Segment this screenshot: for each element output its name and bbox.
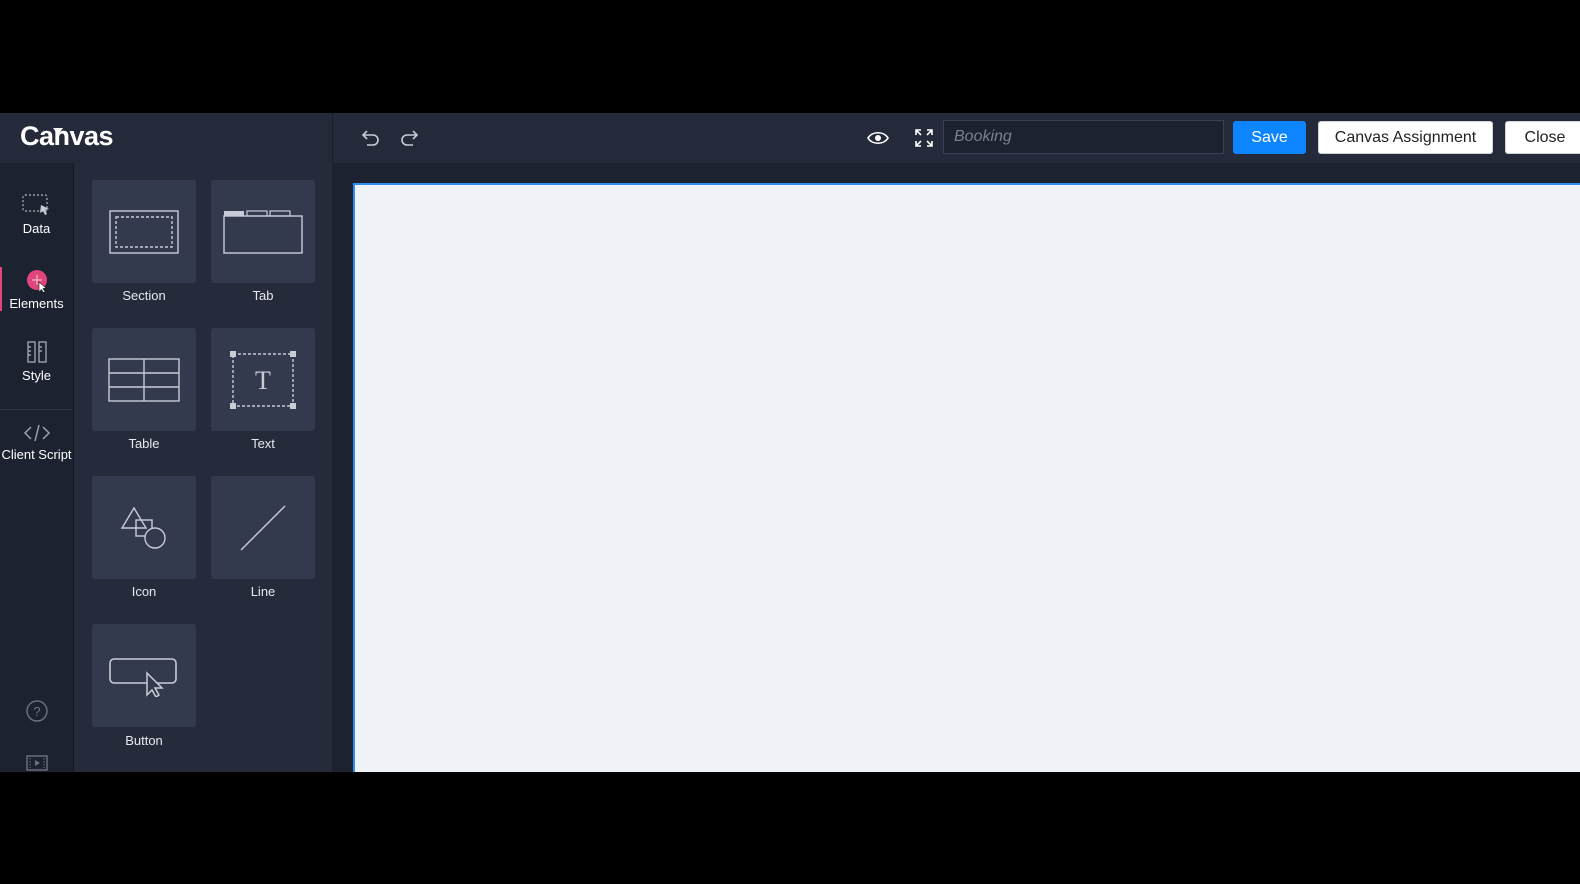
element-label-button: Button: [125, 733, 163, 748]
help-icon: ?: [25, 699, 49, 723]
line-icon: [239, 504, 287, 552]
eye-icon[interactable]: [866, 126, 890, 150]
button-icon: [109, 655, 179, 697]
element-label-tab: Tab: [252, 288, 274, 303]
nav-label-data: Data: [22, 221, 51, 236]
svg-text:?: ?: [33, 704, 40, 719]
code-icon: [23, 423, 51, 443]
svg-text:T: T: [255, 366, 271, 395]
brand-logo-mark: [53, 128, 63, 135]
undo-icon[interactable]: [358, 126, 382, 150]
nav-item-elements[interactable]: Elements: [0, 268, 73, 311]
element-tile-text[interactable]: T: [211, 328, 315, 431]
nav-divider: [0, 409, 73, 410]
element-tile-table[interactable]: [92, 328, 196, 431]
nav-label-style: Style: [22, 368, 51, 383]
left-nav: Data Elements Style Client Script ?: [0, 163, 74, 772]
elements-panel: Section Tab Table T Text Icon Line Butto…: [74, 163, 332, 772]
canvas-name-input[interactable]: [943, 120, 1224, 154]
nav-item-style[interactable]: Style: [0, 340, 73, 383]
text-icon: T: [230, 350, 296, 409]
top-toolbar: Canvas Save Canvas Assignment Close: [0, 113, 1580, 163]
element-label-text: Text: [251, 436, 275, 451]
style-icon: [25, 340, 49, 364]
element-tile-icon[interactable]: [92, 476, 196, 579]
video-icon: [25, 754, 49, 772]
nav-label-client-script: Client Script: [1, 447, 72, 462]
canvas-workspace: [333, 163, 1580, 772]
element-tile-tab[interactable]: [211, 180, 315, 283]
redo-icon[interactable]: [398, 126, 422, 150]
element-tile-section[interactable]: [92, 180, 196, 283]
element-label-section: Section: [122, 288, 166, 303]
data-icon: [21, 193, 53, 217]
element-label-table: Table: [128, 436, 160, 451]
element-tile-line[interactable]: [211, 476, 315, 579]
canvas-editor-app: Canvas Save Canvas Assignment Close Data: [0, 113, 1580, 772]
toolbar-divider: [332, 113, 333, 163]
canvas-assignment-button[interactable]: Canvas Assignment: [1318, 121, 1493, 154]
nav-item-data[interactable]: Data: [0, 193, 73, 236]
nav-label-elements: Elements: [9, 296, 64, 311]
element-tile-button[interactable]: [92, 624, 196, 727]
section-icon: [109, 209, 179, 254]
tab-icon: [223, 209, 303, 254]
element-label-icon: Icon: [131, 584, 157, 599]
save-button[interactable]: Save: [1233, 121, 1306, 154]
plus-circle-icon: [24, 268, 50, 292]
shapes-icon: [120, 506, 168, 550]
table-icon: [108, 357, 180, 402]
brand-logo: Canvas: [20, 121, 114, 151]
element-label-line: Line: [250, 584, 276, 599]
design-canvas[interactable]: [353, 183, 1580, 772]
nav-item-client-script[interactable]: Client Script: [0, 423, 73, 462]
close-button[interactable]: Close: [1505, 121, 1580, 154]
video-button[interactable]: [0, 754, 73, 772]
expand-icon[interactable]: [912, 126, 936, 150]
help-button[interactable]: ?: [0, 699, 73, 723]
